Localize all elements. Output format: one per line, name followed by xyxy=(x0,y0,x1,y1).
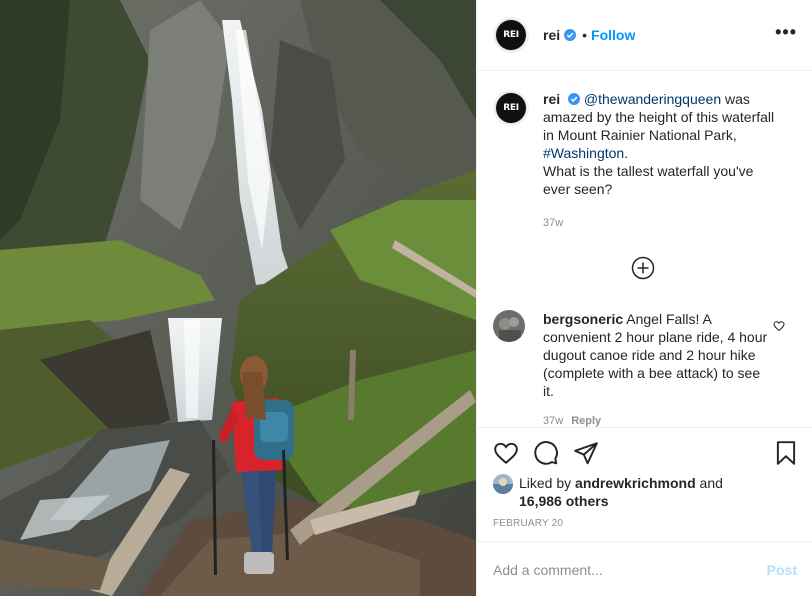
instagram-post: REI rei • Follow ••• REI rei @thewanderi… xyxy=(0,0,812,596)
likes-count[interactable]: 16,986 others xyxy=(519,493,609,509)
heart-icon[interactable] xyxy=(493,440,519,466)
post-side-panel: REI rei • Follow ••• REI rei @thewanderi… xyxy=(476,0,812,596)
liker-photo-icon xyxy=(493,474,513,494)
bookmark-icon[interactable] xyxy=(773,440,799,466)
commenter-username[interactable]: bergsoneric xyxy=(543,311,623,327)
caption-text: rei @thewanderingqueen was amazed by the… xyxy=(543,90,783,232)
comment-timestamp[interactable]: 37w xyxy=(543,415,563,427)
caption-timestamp[interactable]: 37w xyxy=(543,214,783,232)
author-avatar[interactable]: REI xyxy=(493,17,529,53)
likes-summary: Liked by andrewkrichmond and 16,986 othe… xyxy=(493,474,769,510)
post-caption: REI rei @thewanderingqueen was amazed by… xyxy=(493,90,797,232)
caption-body-2: . xyxy=(624,145,629,161)
liker-username[interactable]: andrewkrichmond xyxy=(575,475,696,491)
caption-hashtag-link[interactable]: #Washington xyxy=(543,145,624,161)
post-header: REI rei • Follow ••• xyxy=(477,0,812,71)
waterfall-hiker-photo xyxy=(0,0,476,596)
rei-logo-icon: REI xyxy=(496,93,526,123)
post-date[interactable]: FEBRUARY 20 xyxy=(493,518,563,529)
comment-meta: 37w Reply xyxy=(543,412,773,427)
caption-mention-link[interactable]: @thewanderingqueen xyxy=(584,91,721,107)
add-comment-input[interactable]: Add a comment... xyxy=(493,562,603,578)
more-options-icon[interactable]: ••• xyxy=(775,23,797,41)
comment-item: bergsoneric Angel Falls! A convenient 2 … xyxy=(493,310,797,427)
author-username[interactable]: rei xyxy=(543,27,560,43)
rei-logo-icon: REI xyxy=(496,20,526,50)
comment-like-heart-icon[interactable] xyxy=(773,320,785,332)
action-bar xyxy=(477,427,812,477)
liked-by-label: Liked by xyxy=(519,475,572,491)
comment-icon[interactable] xyxy=(533,440,559,466)
caption-author-avatar[interactable]: REI xyxy=(493,90,529,126)
verified-badge-icon xyxy=(564,29,577,41)
add-comment-bar: Add a comment... Post xyxy=(477,541,812,596)
liker-avatar[interactable] xyxy=(493,474,513,494)
separator-dot: • xyxy=(582,27,588,43)
post-photo[interactable] xyxy=(0,0,476,596)
likes-and-label: and xyxy=(699,475,723,491)
likes-text: Liked by andrewkrichmond and 16,986 othe… xyxy=(519,474,769,510)
caption-username[interactable]: rei xyxy=(543,91,560,107)
share-icon[interactable] xyxy=(573,440,599,466)
plus-circle-icon[interactable] xyxy=(631,256,655,280)
caption-body-3: What is the tallest waterfall you've eve… xyxy=(543,163,754,197)
reply-button[interactable]: Reply xyxy=(571,415,601,427)
follow-button[interactable]: Follow xyxy=(591,27,635,43)
verified-badge-icon xyxy=(568,93,581,105)
comment-text: bergsoneric Angel Falls! A convenient 2 … xyxy=(543,310,773,427)
post-comment-button[interactable]: Post xyxy=(767,562,797,578)
commenter-photo-icon xyxy=(493,310,525,342)
comments-section: REI rei @thewanderingqueen was amazed by… xyxy=(477,72,812,427)
commenter-avatar[interactable] xyxy=(493,310,525,342)
